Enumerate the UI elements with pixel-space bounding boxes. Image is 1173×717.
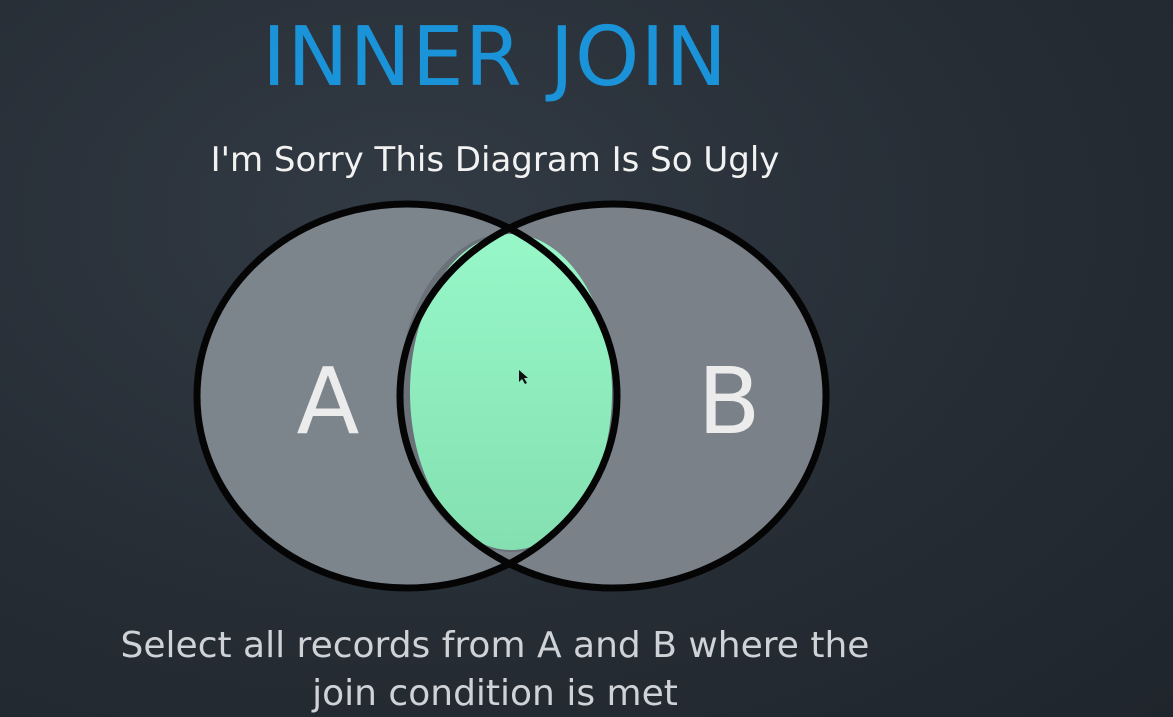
venn-diagram: A B	[193, 200, 830, 592]
caption-line-2: join condition is met	[312, 673, 678, 714]
set-a-label: A	[297, 348, 360, 455]
set-b-label: B	[697, 348, 760, 455]
caption-line-1: Select all records from A and B where th…	[120, 625, 870, 666]
slide-caption: Select all records from A and B where th…	[0, 622, 990, 717]
